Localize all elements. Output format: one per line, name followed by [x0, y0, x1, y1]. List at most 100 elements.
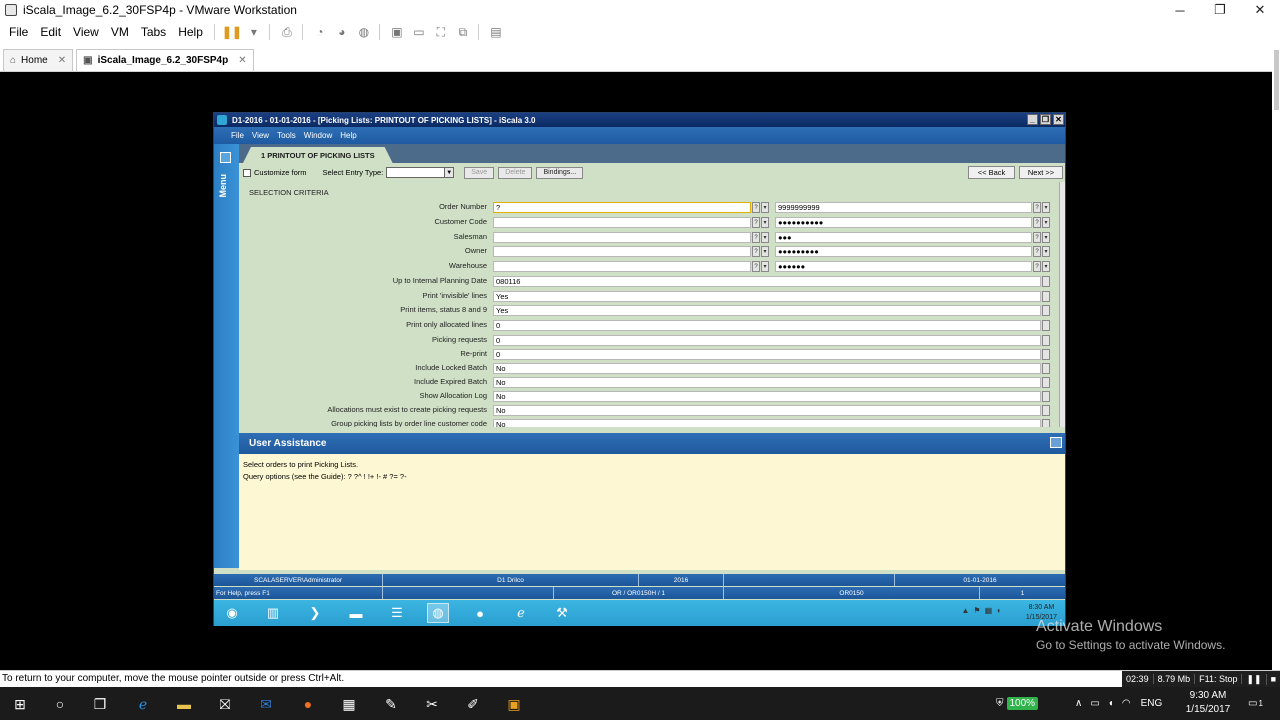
volume-icon[interactable]: ◖: [1108, 698, 1114, 709]
query-icon[interactable]: ?: [752, 246, 760, 257]
powershell-icon[interactable]: ❯: [304, 603, 326, 623]
folder-icon[interactable]: ▬: [345, 603, 367, 623]
order-number-from-input[interactable]: ?: [493, 202, 751, 213]
menu-vm[interactable]: VM: [105, 25, 135, 39]
tray-arrow-icon[interactable]: ∧: [1075, 698, 1082, 709]
revert-snapshot-icon[interactable]: ◕: [332, 23, 352, 41]
include-expired-batch-input[interactable]: No: [493, 377, 1041, 388]
library-icon[interactable]: ▣: [387, 23, 407, 41]
menu-help[interactable]: Help: [172, 25, 209, 39]
menu-view[interactable]: View: [67, 25, 105, 39]
windows-start-icon[interactable]: ⊞: [9, 693, 31, 715]
notification-icon[interactable]: ▭: [1248, 698, 1257, 709]
query-icon[interactable]: ?: [1033, 232, 1041, 243]
tab-home[interactable]: ⌂ Home ✕: [3, 49, 74, 71]
dropdown-icon[interactable]: ▾: [761, 246, 769, 257]
chevron-down-icon[interactable]: ▼: [444, 168, 454, 177]
host-clock[interactable]: 9:30 AM 1/15/2017: [1176, 689, 1240, 717]
planning-date-input[interactable]: 080116: [493, 276, 1041, 287]
field-button-icon[interactable]: [1042, 377, 1050, 388]
field-button-icon[interactable]: [1042, 363, 1050, 374]
scrollbar-thumb[interactable]: [1274, 50, 1279, 110]
notepad-icon[interactable]: ✐: [462, 693, 484, 715]
field-button-icon[interactable]: [1042, 291, 1050, 302]
show-allocation-log-input[interactable]: No: [493, 391, 1041, 402]
picking-requests-input[interactable]: 0: [493, 335, 1041, 346]
customer-code-from-input[interactable]: [493, 217, 751, 228]
minimize-icon[interactable]: _: [1027, 114, 1038, 125]
back-button[interactable]: << Back: [968, 166, 1015, 179]
query-icon[interactable]: ?: [1033, 261, 1041, 272]
thumbnail-icon[interactable]: ▭: [409, 23, 429, 41]
print-invisible-lines-input[interactable]: Yes: [493, 291, 1041, 302]
field-button-icon[interactable]: [1042, 335, 1050, 346]
close-icon[interactable]: ✕: [1240, 0, 1280, 20]
field-button-icon[interactable]: [1042, 305, 1050, 316]
dropdown-icon[interactable]: ▾: [1042, 232, 1050, 243]
file-explorer-icon[interactable]: ▬: [173, 693, 195, 715]
group-picking-lists-input[interactable]: No: [493, 419, 1041, 427]
snapshot-manager-icon[interactable]: ◍: [354, 23, 374, 41]
order-number-to-input[interactable]: 9999999999: [775, 202, 1032, 213]
firefox-icon[interactable]: ●: [297, 693, 319, 715]
snipping-tool-icon[interactable]: ✂: [421, 693, 443, 715]
internet-explorer-icon[interactable]: ℯ: [510, 603, 532, 623]
dropdown-icon[interactable]: ▾: [1042, 261, 1050, 272]
task-view-icon[interactable]: ❐: [89, 693, 111, 715]
send-ctrl-alt-del-icon[interactable]: ⎙: [277, 23, 297, 41]
close-icon[interactable]: ✕: [238, 55, 246, 66]
tray-network-icon[interactable]: ▦: [985, 606, 993, 615]
vmware-taskbar-icon[interactable]: ▣: [503, 693, 525, 715]
paint-icon[interactable]: ✎: [380, 693, 402, 715]
wifi-icon[interactable]: ◠: [1122, 698, 1131, 709]
console-view-icon[interactable]: ▤: [486, 23, 506, 41]
collapse-icon[interactable]: [1050, 437, 1062, 448]
unity-icon[interactable]: ⧉: [453, 23, 473, 41]
iscala-menu-window[interactable]: Window: [300, 131, 336, 140]
iscala-menu-help[interactable]: Help: [336, 131, 360, 140]
pause-icon[interactable]: ❚❚: [222, 23, 242, 41]
tray-arrow-icon[interactable]: ▲: [962, 606, 970, 615]
maximize-icon[interactable]: ❐: [1200, 0, 1240, 20]
menu-side-label[interactable]: Menu: [218, 174, 228, 198]
next-button[interactable]: Next >>: [1019, 166, 1063, 179]
restore-icon[interactable]: ❐: [1040, 114, 1051, 125]
cortana-icon[interactable]: ○: [49, 693, 71, 715]
firefox-icon[interactable]: ●: [469, 603, 491, 623]
tab-printout-of-picking-lists[interactable]: 1 PRINTOUT OF PICKING LISTS: [243, 147, 393, 163]
dropdown-icon[interactable]: ▾: [761, 261, 769, 272]
battery-indicator[interactable]: ⛨ 100%: [996, 687, 1039, 720]
query-icon[interactable]: ?: [1033, 202, 1041, 213]
field-button-icon[interactable]: [1042, 405, 1050, 416]
menu-edit[interactable]: Edit: [34, 25, 67, 39]
field-button-icon[interactable]: [1042, 349, 1050, 360]
owner-to-input[interactable]: ●●●●●●●●●: [775, 246, 1032, 257]
entry-type-select[interactable]: ▼: [386, 167, 455, 178]
include-locked-batch-input[interactable]: No: [493, 363, 1041, 374]
query-icon[interactable]: ?: [752, 217, 760, 228]
allocations-must-exist-input[interactable]: No: [493, 405, 1041, 416]
database-icon[interactable]: ☰: [386, 603, 408, 623]
store-icon[interactable]: ⛝: [214, 693, 236, 715]
query-icon[interactable]: ?: [752, 232, 760, 243]
delete-button[interactable]: Delete: [498, 166, 533, 179]
tab-iscala-image[interactable]: ▣ iScala_Image_6.2_30FSP4p ✕: [76, 49, 254, 71]
stop-icon[interactable]: ■: [1267, 674, 1280, 684]
print-items-status-input[interactable]: Yes: [493, 305, 1041, 316]
iscala-menu-view[interactable]: View: [248, 131, 273, 140]
start-orb-icon[interactable]: ◉: [221, 603, 243, 623]
battery-icon[interactable]: ▭: [1090, 698, 1099, 709]
field-button-icon[interactable]: [1042, 419, 1050, 427]
customer-code-to-input[interactable]: ●●●●●●●●●●: [775, 217, 1032, 228]
snapshot-icon[interactable]: ◔: [310, 23, 330, 41]
dropdown-icon[interactable]: ▾: [761, 232, 769, 243]
dropdown-icon[interactable]: ▾: [761, 217, 769, 228]
query-icon[interactable]: ?: [752, 202, 760, 213]
tray-volume-icon[interactable]: ◖: [996, 606, 1001, 615]
dropdown-arrow-icon[interactable]: ▾: [244, 23, 264, 41]
calculator-icon[interactable]: ▦: [338, 693, 360, 715]
query-icon[interactable]: ?: [752, 261, 760, 272]
iscala-menu-tools[interactable]: Tools: [273, 131, 300, 140]
customize-form-checkbox[interactable]: [243, 168, 251, 177]
chevron-down-icon[interactable]: ▾: [761, 202, 769, 213]
